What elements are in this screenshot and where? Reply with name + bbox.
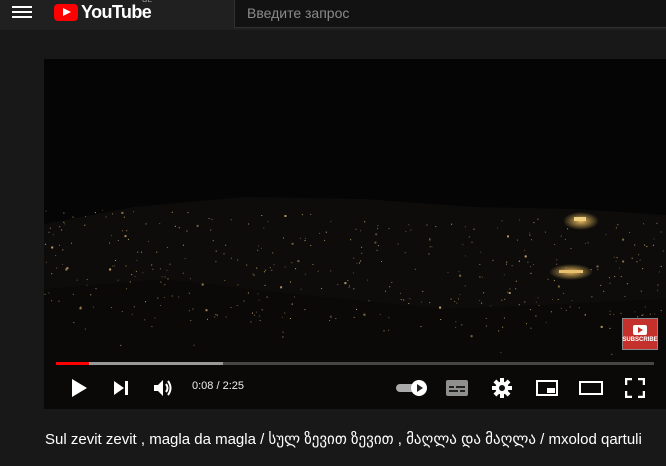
subscribe-play-icon: [633, 325, 647, 335]
fullscreen-icon: [625, 378, 645, 398]
subscribe-badge-text: SUBSCRIBE: [622, 337, 658, 343]
progress-bar[interactable]: [56, 362, 654, 365]
player-controls: 0:08 / 2:25: [44, 371, 666, 405]
country-code: GE: [142, 0, 153, 4]
subtitles-icon: [446, 380, 468, 396]
video-frame: [44, 59, 666, 409]
logo-text: YouTube: [81, 1, 152, 22]
settings-icon: [492, 378, 512, 398]
subtitles-button[interactable]: [442, 371, 472, 405]
progress-played: [56, 362, 89, 365]
miniplayer-icon: [536, 380, 558, 396]
video-player[interactable]: SUBSCRIBE 0:08 / 2:25: [44, 59, 666, 409]
mute-button[interactable]: [148, 371, 178, 405]
subscribe-watermark[interactable]: SUBSCRIBE: [622, 318, 658, 350]
masthead: YouTube GE: [0, 0, 666, 30]
settings-button[interactable]: [487, 371, 517, 405]
next-icon: [114, 381, 128, 395]
autoplay-toggle-icon: [396, 380, 427, 396]
guide-menu-icon[interactable]: [12, 4, 32, 20]
video-title: Sul zevit zevit , magla da magla / სულ ზ…: [45, 431, 642, 448]
time-display: 0:08 / 2:25: [192, 380, 244, 392]
theater-mode-button[interactable]: [576, 371, 606, 405]
miniplayer-button[interactable]: [532, 371, 562, 405]
search-box: [234, 0, 666, 28]
youtube-logo[interactable]: YouTube: [54, 0, 152, 24]
fullscreen-button[interactable]: [620, 371, 650, 405]
search-input[interactable]: [245, 4, 649, 22]
volume-icon: [154, 380, 172, 396]
youtube-logo-icon: [54, 3, 78, 21]
play-button[interactable]: [64, 371, 94, 405]
play-icon: [72, 379, 87, 397]
next-button[interactable]: [106, 371, 136, 405]
autoplay-toggle[interactable]: [392, 371, 432, 405]
theater-icon: [579, 381, 603, 395]
